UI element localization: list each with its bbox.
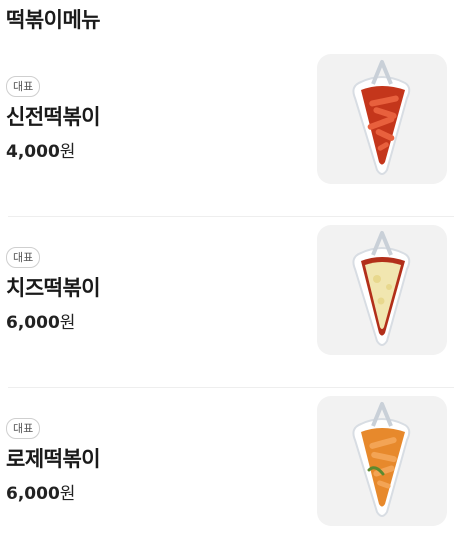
menu-item-name: 로제떡볶이 [6,447,101,471]
price-currency: 원 [59,313,76,333]
menu-item-cheese-tteokbokki[interactable]: 대표 치즈떡볶이 6,000원 [0,217,462,388]
section-title: 떡볶이메뉴 [6,8,101,32]
tteokbokki-red-sauce-icon[interactable] [317,54,447,184]
tteokbokki-cheese-icon[interactable] [317,225,447,355]
menu-item-name: 치즈떡볶이 [6,276,101,300]
price-currency: 원 [59,484,76,504]
signature-badge: 대표 [6,418,41,439]
menu-item-name: 신전떡볶이 [6,105,101,129]
signature-badge: 대표 [6,247,41,268]
signature-badge: 대표 [6,76,41,97]
menu-list: 대표 신전떡볶이 4,000원 대표 치즈떡볶이 6,000원 대표 로제떡볶이… [0,46,462,559]
price-value: 6,000 [6,313,60,333]
menu-item-sinjeon-tteokbokki[interactable]: 대표 신전떡볶이 4,000원 [0,46,462,217]
menu-item-price: 6,000원 [6,479,75,504]
price-value: 6,000 [6,484,60,504]
menu-item-rose-tteokbokki[interactable]: 대표 로제떡볶이 6,000원 [0,388,462,559]
menu-item-price: 4,000원 [6,137,75,162]
tteokbokki-rose-sauce-icon[interactable] [317,396,447,526]
price-value: 4,000 [6,142,60,162]
price-currency: 원 [59,142,76,162]
menu-item-price: 6,000원 [6,308,75,333]
